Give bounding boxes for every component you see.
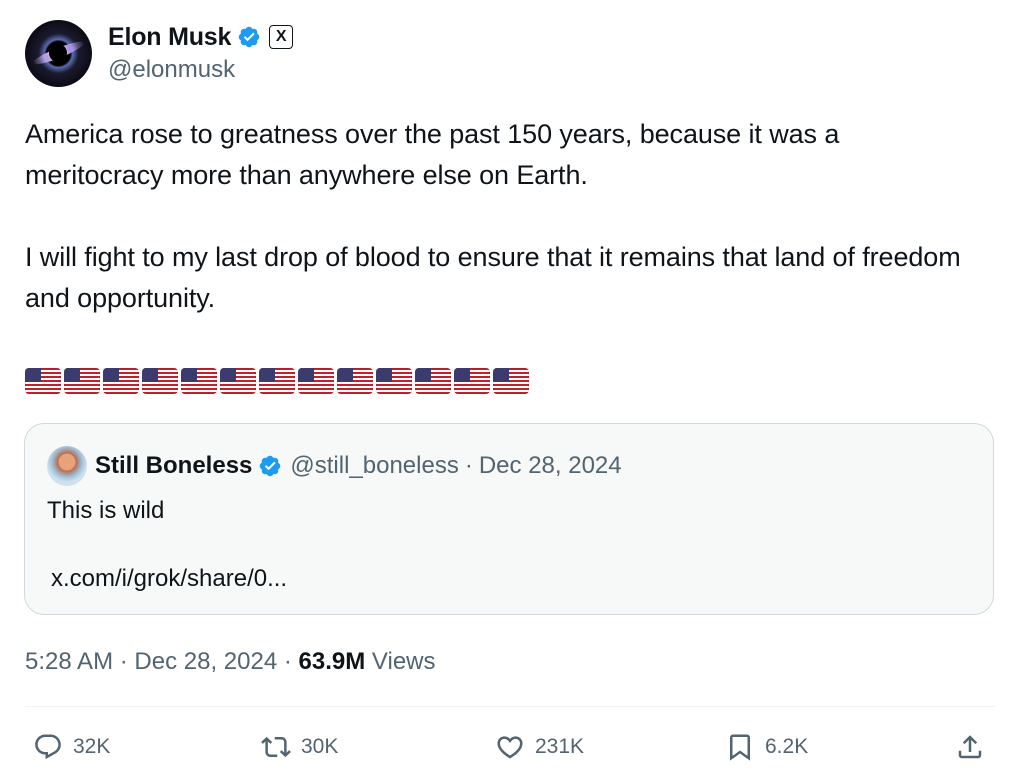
bookmark-icon (730, 734, 750, 761)
quoted-author-avatar (47, 446, 87, 486)
verified-badge-icon[interactable] (237, 25, 261, 49)
quoted-link[interactable]: x.com/i/grok/share/0... (51, 562, 287, 596)
views-count: 63.9M (298, 648, 366, 675)
us-flag-emoji (493, 368, 529, 394)
author-name-row: Elon Musk X (108, 20, 294, 54)
author-name[interactable]: Elon Musk (108, 23, 231, 52)
us-flag-emoji (103, 368, 139, 394)
tweet-meta: 5:28 AM · Dec 28, 2024 · 63.9M Views (25, 645, 436, 679)
us-flag-emoji (298, 368, 334, 394)
us-flag-emoji (64, 368, 100, 394)
us-flag-emoji (376, 368, 412, 394)
tweet-header: Elon Musk X @elonmusk (25, 18, 294, 88)
quoted-separator: · (464, 452, 473, 479)
us-flag-emoji (454, 368, 490, 394)
tweet-text: America rose to greatness over the past … (25, 119, 961, 313)
share-icon (958, 735, 982, 759)
reply-count: 32K (73, 735, 111, 758)
author-names: Elon Musk X @elonmusk (108, 20, 294, 86)
bookmark-count: 6.2K (765, 735, 809, 758)
repost-icon (261, 736, 291, 758)
us-flag-emoji (337, 368, 373, 394)
action-bar: 32K 30K 231K 6.2K (0, 722, 1011, 772)
divider (25, 706, 995, 707)
reply-icon (35, 734, 61, 760)
x-logo-icon[interactable]: X (269, 25, 294, 49)
quoted-tweet-header: Still Boneless @still_boneless · Dec 28,… (47, 446, 622, 486)
meta-separator: · (119, 648, 128, 675)
us-flag-emoji (259, 368, 295, 394)
repost-count: 30K (301, 735, 339, 758)
repost-button[interactable]: 30K (261, 730, 338, 764)
author-handle[interactable]: @elonmusk (108, 54, 293, 86)
quoted-text: This is wild (47, 497, 165, 524)
tweet-time[interactable]: 5:28 AM (25, 648, 113, 675)
bookmark-button[interactable]: 6.2K (725, 730, 808, 764)
like-icon (497, 736, 523, 759)
quoted-handle: @still_boneless (290, 452, 459, 479)
verified-badge-icon (260, 455, 281, 477)
reply-button[interactable]: 32K (33, 730, 110, 764)
meta-separator: · (283, 648, 292, 675)
us-flag-emoji (25, 368, 61, 394)
quoted-author-name: Still Boneless (95, 452, 253, 479)
like-button[interactable]: 231K (495, 730, 584, 764)
like-count: 231K (535, 735, 585, 758)
us-flag-emoji (220, 368, 256, 394)
us-flag-emoji (142, 368, 178, 394)
share-button[interactable] (955, 730, 985, 764)
quoted-tweet[interactable]: Still Boneless @still_boneless · Dec 28,… (24, 423, 994, 615)
author-avatar[interactable] (25, 19, 92, 87)
flag-emoji-row (25, 368, 529, 394)
us-flag-emoji (181, 368, 217, 394)
views-label: Views (371, 648, 436, 675)
tweet-date[interactable]: Dec 28, 2024 (134, 648, 277, 675)
quoted-date: Dec 28, 2024 (478, 452, 622, 479)
us-flag-emoji (415, 368, 451, 394)
